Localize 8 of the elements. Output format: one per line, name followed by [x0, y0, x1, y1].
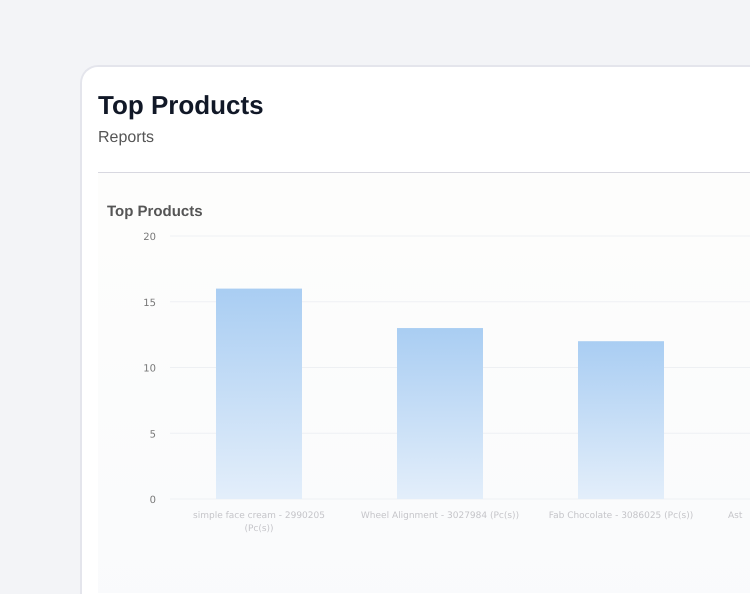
axis-tick-label: 15 — [143, 298, 156, 309]
page-subtitle: Reports — [98, 128, 156, 148]
page-title: Top Products — [98, 91, 265, 120]
chart-title: Top Products — [107, 202, 204, 222]
axis-tick-label: 5 — [150, 429, 156, 440]
axis-tick-label: 10 — [143, 364, 156, 375]
axis-tick-label: 0 — [150, 495, 156, 506]
axis-tick-label: 20 — [143, 232, 156, 244]
